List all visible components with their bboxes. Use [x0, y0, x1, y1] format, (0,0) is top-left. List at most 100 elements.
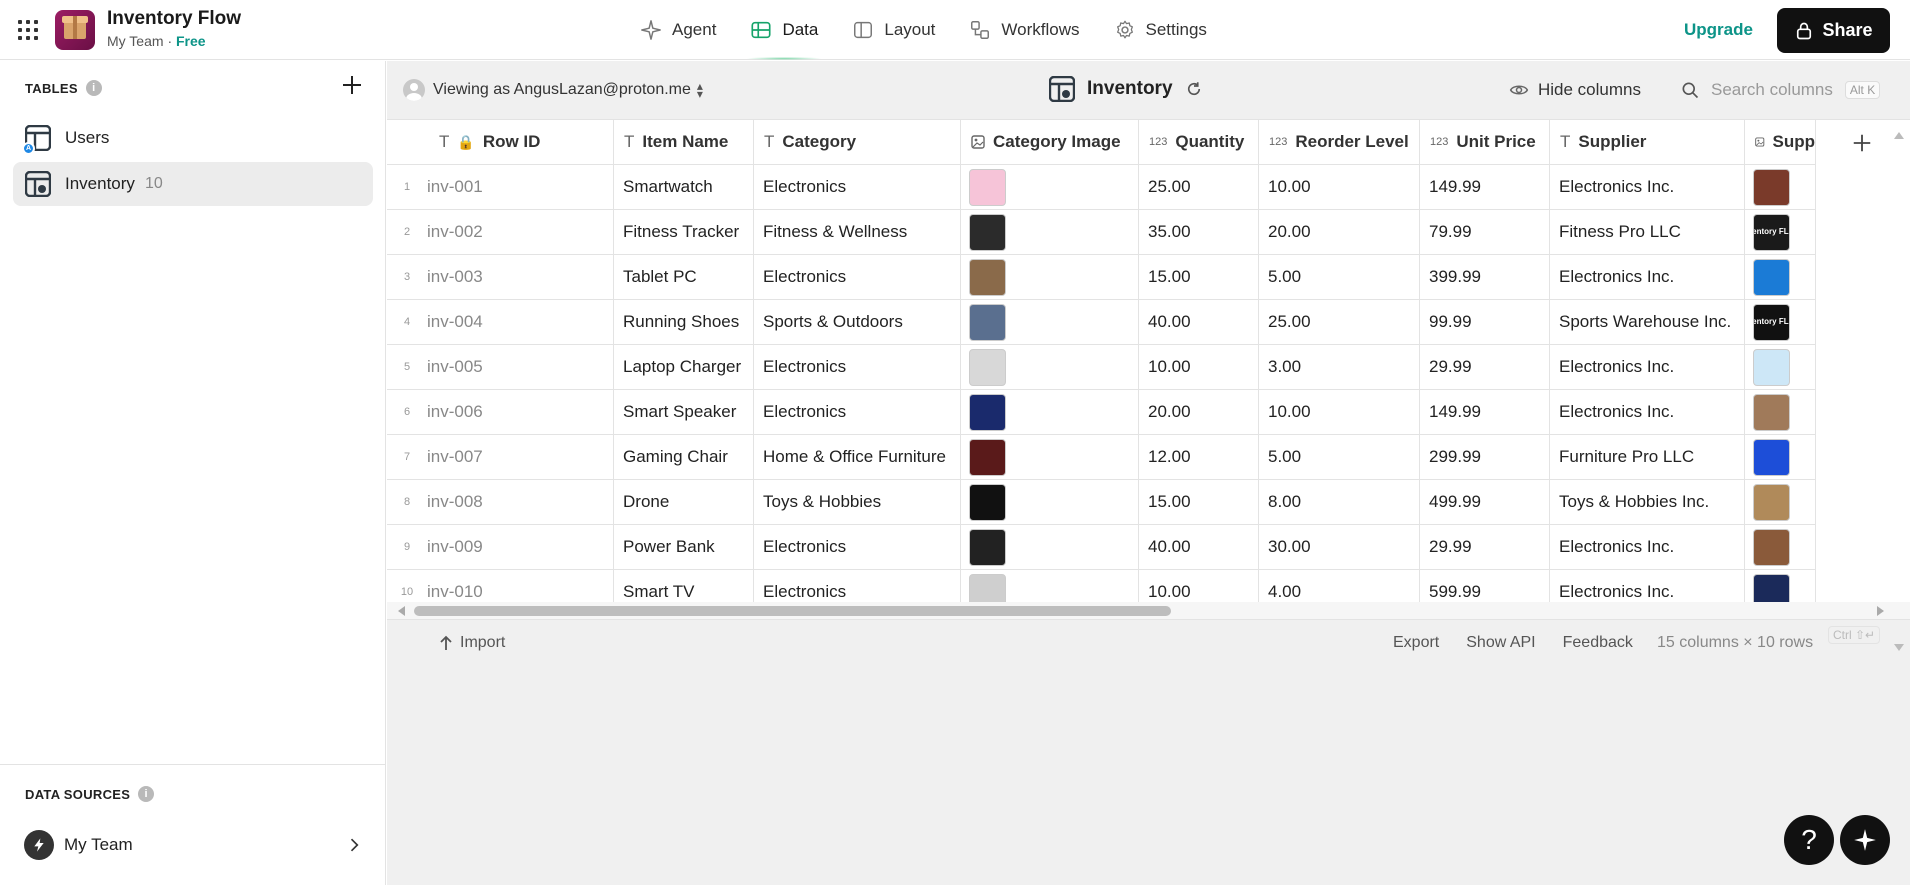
unit-price-cell[interactable]: 499.99	[1420, 480, 1550, 524]
reorder-level-cell[interactable]: 25.00	[1259, 300, 1420, 344]
supplier-cell[interactable]: Fitness Pro LLC	[1550, 210, 1745, 254]
sidebar-item-users[interactable]: A Users	[13, 116, 373, 160]
category-image-cell[interactable]	[961, 165, 1139, 209]
row-id-cell[interactable]: 9 inv-009	[387, 525, 614, 569]
thumbnail-image[interactable]	[1753, 258, 1790, 296]
reorder-level-cell[interactable]: 5.00	[1259, 435, 1420, 479]
thumbnail-image[interactable]	[1753, 168, 1790, 206]
unit-price-cell[interactable]: 79.99	[1420, 210, 1550, 254]
item-name-cell[interactable]: Tablet PC	[614, 255, 754, 299]
category-image-cell[interactable]	[961, 210, 1139, 254]
row-id-cell[interactable]: 5 inv-005	[387, 345, 614, 389]
category-cell[interactable]: Sports & Outdoors	[754, 300, 961, 344]
scroll-up-icon[interactable]	[1893, 130, 1905, 140]
add-table-icon[interactable]	[340, 73, 364, 97]
feedback-button[interactable]: Feedback	[1563, 634, 1633, 652]
row-id-cell[interactable]: 3 inv-003	[387, 255, 614, 299]
import-button[interactable]: Import	[439, 634, 505, 652]
quantity-cell[interactable]: 20.00	[1139, 390, 1259, 434]
quantity-cell[interactable]: 25.00	[1139, 165, 1259, 209]
unit-price-cell[interactable]: 149.99	[1420, 390, 1550, 434]
reorder-level-cell[interactable]: 3.00	[1259, 345, 1420, 389]
nav-data[interactable]: Data	[746, 0, 823, 60]
item-name-cell[interactable]: Gaming Chair	[614, 435, 754, 479]
share-button[interactable]: Share	[1777, 8, 1890, 53]
table-row[interactable]: 5 inv-005 Laptop Charger Electronics 10.00 3.…	[387, 345, 1816, 390]
thumbnail-image[interactable]	[1753, 348, 1790, 386]
item-name-cell[interactable]: Smartwatch	[614, 165, 754, 209]
supplier-image-cell[interactable]: Inventory FLOW	[1745, 300, 1816, 344]
supplier-image-cell[interactable]: Inventory FLOW	[1745, 210, 1816, 254]
table-row[interactable]: 1 inv-001 Smartwatch Electronics 25.00 10.00 1…	[387, 165, 1816, 210]
export-button[interactable]: Export	[1393, 634, 1439, 652]
category-image-cell[interactable]	[961, 435, 1139, 479]
thumbnail-image[interactable]	[969, 483, 1006, 521]
row-id-cell[interactable]: 1 inv-001	[387, 165, 614, 209]
quantity-cell[interactable]: 35.00	[1139, 210, 1259, 254]
quantity-cell[interactable]: 15.00	[1139, 480, 1259, 524]
quantity-cell[interactable]: 12.00	[1139, 435, 1259, 479]
thumbnail-image[interactable]	[969, 348, 1006, 386]
table-row[interactable]: 10 inv-010 Smart TV Electronics 10.00 4.00 599…	[387, 570, 1816, 602]
column-header[interactable]: T Supplier	[1550, 120, 1745, 164]
table-row[interactable]: 2 inv-002 Fitness Tracker Fitness & Wellnes…	[387, 210, 1816, 255]
quantity-cell[interactable]: 10.00	[1139, 345, 1259, 389]
category-cell[interactable]: Electronics	[754, 525, 961, 569]
reorder-level-cell[interactable]: 4.00	[1259, 570, 1420, 602]
supplier-cell[interactable]: Furniture Pro LLC	[1550, 435, 1745, 479]
unit-price-cell[interactable]: 599.99	[1420, 570, 1550, 602]
thumbnail-image[interactable]	[969, 528, 1006, 566]
scroll-right-icon[interactable]	[1876, 605, 1886, 617]
table-row[interactable]: 8 inv-008 Drone Toys & Hobbies 15.00 8.00 499.…	[387, 480, 1816, 525]
quantity-cell[interactable]: 40.00	[1139, 525, 1259, 569]
column-header[interactable]: T 🔒 Row ID	[387, 120, 614, 164]
nav-workflows[interactable]: Workflows	[969, 0, 1080, 60]
category-cell[interactable]: Fitness & Wellness	[754, 210, 961, 254]
supplier-cell[interactable]: Electronics Inc.	[1550, 165, 1745, 209]
item-name-cell[interactable]: Laptop Charger	[614, 345, 754, 389]
supplier-image-cell[interactable]	[1745, 165, 1816, 209]
thumbnail-image[interactable]	[969, 573, 1006, 602]
column-header[interactable]: 123 Unit Price	[1420, 120, 1550, 164]
thumbnail-image[interactable]	[969, 393, 1006, 431]
thumbnail-image[interactable]	[1753, 393, 1790, 431]
item-name-cell[interactable]: Fitness Tracker	[614, 210, 754, 254]
unit-price-cell[interactable]: 99.99	[1420, 300, 1550, 344]
thumbnail-image[interactable]	[1753, 528, 1790, 566]
row-id-cell[interactable]: 4 inv-004	[387, 300, 614, 344]
unit-price-cell[interactable]: 29.99	[1420, 345, 1550, 389]
sidebar-item-inventory[interactable]: Inventory 10	[13, 162, 373, 206]
category-image-cell[interactable]	[961, 525, 1139, 569]
supplier-image-cell[interactable]	[1745, 345, 1816, 389]
app-logo[interactable]	[55, 10, 95, 50]
item-name-cell[interactable]: Smart Speaker	[614, 390, 754, 434]
supplier-image-cell[interactable]	[1745, 255, 1816, 299]
nav-settings[interactable]: Settings	[1114, 0, 1207, 60]
quantity-cell[interactable]: 10.00	[1139, 570, 1259, 602]
thumbnail-image[interactable]: Inventory FLOW	[1753, 303, 1790, 341]
supplier-cell[interactable]: Electronics Inc.	[1550, 570, 1745, 602]
unit-price-cell[interactable]: 299.99	[1420, 435, 1550, 479]
scrollbar-thumb[interactable]	[414, 606, 1171, 616]
category-image-cell[interactable]	[961, 480, 1139, 524]
data-source-item[interactable]: My Team	[24, 829, 364, 861]
add-column-icon[interactable]	[1851, 132, 1873, 154]
category-cell[interactable]: Electronics	[754, 390, 961, 434]
reorder-level-cell[interactable]: 10.00	[1259, 390, 1420, 434]
unit-price-cell[interactable]: 149.99	[1420, 165, 1550, 209]
apps-grid-icon[interactable]	[16, 18, 40, 42]
category-image-cell[interactable]	[961, 345, 1139, 389]
search-columns-input[interactable]: Search columns Alt K	[1680, 80, 1881, 100]
column-header[interactable]: T Category	[754, 120, 961, 164]
show-api-button[interactable]: Show API	[1466, 634, 1535, 652]
category-cell[interactable]: Toys & Hobbies	[754, 480, 961, 524]
nav-agent[interactable]: Agent	[640, 0, 716, 60]
reorder-level-cell[interactable]: 5.00	[1259, 255, 1420, 299]
supplier-image-cell[interactable]	[1745, 480, 1816, 524]
category-cell[interactable]: Electronics	[754, 570, 961, 602]
quantity-cell[interactable]: 40.00	[1139, 300, 1259, 344]
table-row[interactable]: 6 inv-006 Smart Speaker Electronics 20.00 10.…	[387, 390, 1816, 435]
reorder-level-cell[interactable]: 8.00	[1259, 480, 1420, 524]
thumbnail-image[interactable]	[1753, 438, 1790, 476]
supplier-cell[interactable]: Sports Warehouse Inc.	[1550, 300, 1745, 344]
